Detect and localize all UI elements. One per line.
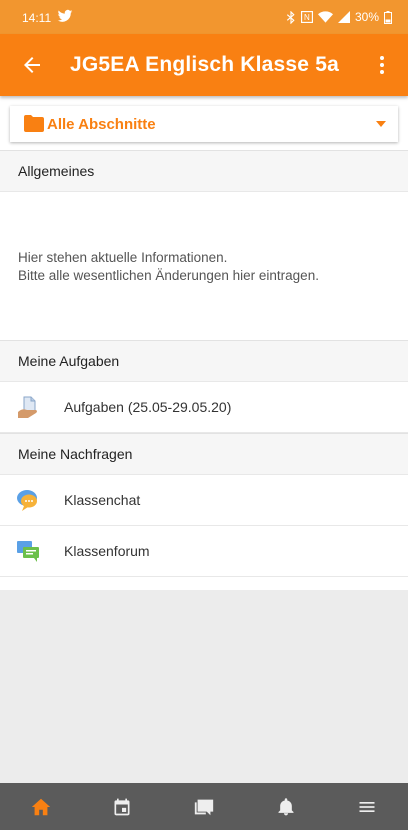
status-icons: N 30% [286,10,392,24]
back-arrow-icon[interactable] [20,53,44,77]
section-selector[interactable]: Alle Abschnitte [10,106,398,142]
empty-area [0,590,408,783]
messages-icon [194,799,214,815]
status-bar: 14:11 N 30% [0,0,408,34]
notifications-icon [278,797,294,815]
tab-calendar[interactable] [102,787,142,827]
battery-icon [384,10,392,24]
section-header-tasks: Meine Aufgaben [0,340,408,382]
folder-icon [24,115,44,132]
section-title: Meine Nachfragen [18,446,133,462]
section-selector-label: Alle Abschnitte [47,116,156,133]
app-bar: JG5EA Englisch Klasse 5a [0,34,408,96]
home-icon [31,798,50,815]
tab-menu[interactable] [347,787,387,827]
module-item-forum[interactable]: Klassenforum [0,526,408,577]
chat-icon [17,490,37,511]
twitter-icon [57,9,73,22]
section-header-general: Allgemeines [0,150,408,192]
tab-notifications[interactable] [266,787,306,827]
section-title: Meine Aufgaben [18,353,120,369]
module-item-chat[interactable]: Klassenchat [0,475,408,526]
module-label: Klassenforum [64,543,150,559]
wifi-icon [317,11,333,23]
page-title: JG5EA Englisch Klasse 5a [70,53,339,76]
module-label: Klassenchat [64,492,141,508]
section-header-questions: Meine Nachfragen [0,433,408,475]
nfc-icon: N [300,11,313,23]
status-time: 14:11 [22,11,52,25]
section-title: Allgemeines [18,163,95,179]
bottom-tab-bar [0,783,408,830]
summary-line: Bitte alle wesentlichen Änderungen hier … [18,268,319,283]
signal-icon [337,11,350,23]
tab-home[interactable] [21,787,61,827]
module-label: Aufgaben (25.05-29.05.20) [64,399,232,415]
assignment-icon [18,396,37,418]
bluetooth-icon [286,10,295,24]
menu-icon [359,801,375,812]
forum-icon [17,541,39,562]
battery-percent: 30% [354,10,379,24]
module-item-assignment[interactable]: Aufgaben (25.05-29.05.20) [0,382,408,433]
course-contents: Allgemeines Hier stehen aktuelle Informa… [0,150,408,577]
summary-line: Hier stehen aktuelle Informationen. [18,250,228,265]
section-summary: Hier stehen aktuelle Informationen. Bitt… [0,192,408,340]
svg-text:N: N [304,13,310,22]
more-options-icon[interactable] [370,53,394,77]
tab-messages[interactable] [184,787,224,827]
dropdown-caret-icon [376,121,386,127]
calendar-icon [114,798,130,815]
